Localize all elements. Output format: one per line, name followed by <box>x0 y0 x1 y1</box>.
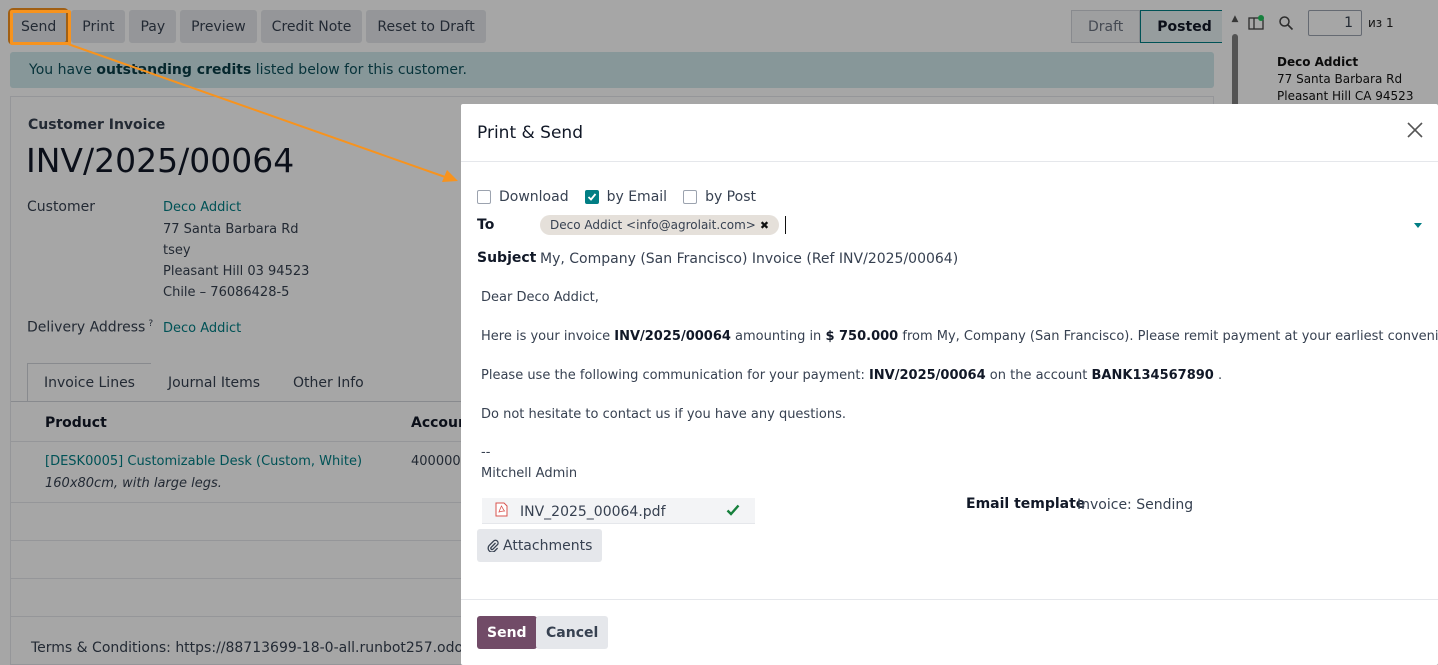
by-post-label: by Post <box>705 189 756 205</box>
body-text-part: on the account <box>985 368 1092 383</box>
by-post-checkbox[interactable] <box>683 190 698 204</box>
remove-tag-icon[interactable]: ✖ <box>760 219 769 232</box>
cancel-button[interactable]: Cancel <box>536 616 609 649</box>
body-amount: $ 750.000 <box>825 329 899 344</box>
attachments-button[interactable]: Attachments <box>477 529 603 562</box>
recipient-tag[interactable]: Deco Addict <info@agrolait.com> ✖ <box>540 215 780 235</box>
subject-input[interactable]: My, Company (San Francisco) Invoice (Ref… <box>540 251 958 267</box>
chevron-down-icon[interactable] <box>1414 223 1422 228</box>
attachments-button-label: Attachments <box>503 537 593 554</box>
check-icon <box>726 504 740 516</box>
subject-label: Subject <box>477 250 537 266</box>
email-template-label: Email template <box>966 496 1086 512</box>
attachment-item[interactable]: INV_2025_00064.pdf <box>482 498 755 524</box>
close-icon[interactable] <box>1406 121 1424 139</box>
dialog-footer-divider <box>461 599 1438 600</box>
recipient-tag-label: Deco Addict <info@agrolait.com> <box>550 218 756 232</box>
body-bank-account: BANK134567890 <box>1091 368 1214 383</box>
recipients-field[interactable]: Deco Addict <info@agrolait.com> ✖ <box>540 215 787 235</box>
body-paragraph: Please use the following communication f… <box>481 368 1222 383</box>
body-text-part: from My, Company (San Francisco). Please… <box>898 329 1438 344</box>
paperclip-icon <box>487 539 499 552</box>
by-email-checkbox[interactable] <box>584 190 599 204</box>
body-payment-ref: INV/2025/00064 <box>868 368 986 383</box>
email-template-field[interactable]: Invoice: Sending <box>1077 497 1193 513</box>
body-paragraph: Here is your invoice INV/2025/00064 amou… <box>481 329 1438 344</box>
signature-separator: -- <box>481 445 491 460</box>
send-submit-button[interactable]: Send <box>477 616 537 649</box>
annotation-highlight-box <box>10 10 71 45</box>
by-email-option[interactable]: by Email <box>584 189 668 205</box>
body-text-part: Please use the following communication f… <box>481 368 869 383</box>
body-paragraph: Do not hesitate to contact us if you hav… <box>481 407 847 422</box>
by-post-option[interactable]: by Post <box>683 189 756 205</box>
signature: Mitchell Admin <box>481 466 578 481</box>
to-label: To <box>477 217 495 233</box>
download-checkbox[interactable] <box>477 190 491 204</box>
body-text-part: amounting in <box>730 329 826 344</box>
body-text-part: . <box>1213 368 1223 383</box>
print-send-dialog: Print & Send Download by Email by Post T… <box>461 104 1438 665</box>
send-options: Download by Email by Post <box>477 189 756 205</box>
body-text-part: Here is your invoice <box>481 329 615 344</box>
attachment-filename: INV_2025_00064.pdf <box>520 504 666 520</box>
dialog-header: Print & Send <box>461 104 1438 162</box>
download-label: Download <box>499 189 569 205</box>
checkmark-icon <box>587 193 596 201</box>
body-greeting: Dear Deco Addict, <box>481 290 599 305</box>
dialog-title: Print & Send <box>477 123 583 143</box>
text-cursor <box>785 216 787 234</box>
pdf-file-icon <box>495 502 508 517</box>
by-email-label: by Email <box>606 189 668 205</box>
body-invoice-ref: INV/2025/00064 <box>614 329 731 344</box>
download-option[interactable]: Download <box>477 189 569 205</box>
